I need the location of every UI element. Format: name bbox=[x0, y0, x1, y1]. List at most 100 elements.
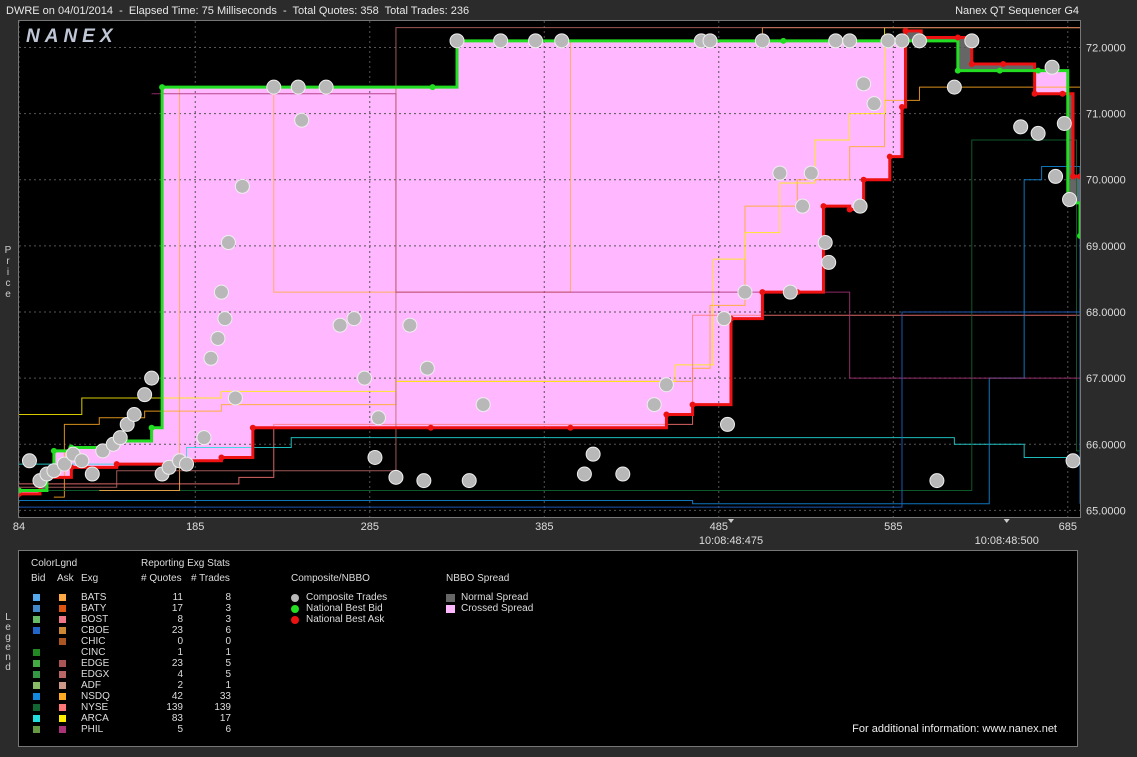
composite-trade-point bbox=[203, 350, 219, 366]
x-tick-label: 585 bbox=[884, 521, 902, 533]
composite-trade-point bbox=[1030, 125, 1046, 141]
trade-count: 5 bbox=[225, 658, 231, 669]
x-time-label: 10:08:48:475 bbox=[699, 535, 763, 547]
ask-point bbox=[113, 461, 120, 468]
ask-color-swatch bbox=[59, 715, 66, 722]
quote-count: 23 bbox=[171, 658, 183, 669]
bid-color-swatch bbox=[33, 682, 40, 689]
composite-trade-point bbox=[754, 33, 770, 49]
composite-trade-point bbox=[419, 360, 435, 376]
y-tick-label: 71.0000 bbox=[1086, 109, 1126, 121]
composite-trade-point bbox=[461, 473, 477, 489]
exchange-name: CHIC bbox=[81, 636, 106, 647]
trade-count: 1 bbox=[225, 647, 231, 658]
trade-count: 8 bbox=[225, 592, 231, 603]
legend-side-label: Legend bbox=[5, 612, 11, 673]
composite-trade-point bbox=[332, 317, 348, 333]
ask-color-swatch bbox=[59, 627, 66, 634]
nanex-logo: NANEX bbox=[26, 26, 118, 47]
composite-trade-point bbox=[866, 96, 882, 112]
y-tick-label: 66.0000 bbox=[1086, 439, 1126, 451]
composite-trade-point bbox=[1065, 453, 1080, 469]
quote-count: 5 bbox=[177, 724, 183, 735]
ask-point bbox=[1059, 90, 1066, 97]
exchange-name: BATY bbox=[81, 603, 107, 614]
composite-trade-point bbox=[217, 311, 233, 327]
quote-count: 8 bbox=[177, 614, 183, 625]
stats-title: Reporting Exg Stats bbox=[141, 558, 230, 569]
composite-trade-point bbox=[294, 112, 310, 128]
composite-trade-point bbox=[210, 330, 226, 346]
legend-item-label: National Best Ask bbox=[306, 614, 385, 625]
quote-count: 4 bbox=[177, 669, 183, 680]
quotes-column-header: # Quotes bbox=[141, 573, 182, 584]
composite-trade-point bbox=[416, 473, 432, 489]
composite-trade-point bbox=[528, 33, 544, 49]
legend-swatch-icon bbox=[446, 594, 455, 602]
composite-trade-point bbox=[929, 473, 945, 489]
composite-trade-point bbox=[658, 377, 674, 393]
quote-count: 1 bbox=[177, 647, 183, 658]
composite-trade-point bbox=[1062, 192, 1078, 208]
ask-point bbox=[689, 401, 696, 408]
composite-trade-point bbox=[946, 79, 962, 95]
legend-dot-icon bbox=[291, 594, 299, 602]
trades-column-header: # Trades bbox=[191, 573, 230, 584]
composite-trade-point bbox=[795, 198, 811, 214]
composite-trade-point bbox=[475, 397, 491, 413]
legend-item-label: Normal Spread bbox=[461, 592, 529, 603]
composite-trade-point bbox=[318, 79, 334, 95]
ask-point bbox=[249, 424, 256, 431]
composite-trade-point bbox=[449, 33, 465, 49]
quote-count: 42 bbox=[171, 691, 183, 702]
composite-trade-point bbox=[227, 390, 243, 406]
ask-point bbox=[567, 424, 574, 431]
legend-dot-icon bbox=[291, 605, 299, 613]
composite-trade-point bbox=[370, 410, 386, 426]
color-legend-title: ColorLgnd bbox=[31, 558, 78, 569]
ask-point bbox=[968, 60, 975, 67]
composite-trade-point bbox=[803, 165, 819, 181]
composite-trade-point bbox=[21, 453, 37, 469]
exchange-name: NSDQ bbox=[81, 691, 110, 702]
ask-color-swatch bbox=[59, 638, 66, 645]
ask-point bbox=[427, 424, 434, 431]
trade-count: 139 bbox=[214, 702, 231, 713]
ask-point bbox=[1000, 60, 1007, 67]
y-tick-label: 70.0000 bbox=[1086, 175, 1126, 187]
exchange-name: CINC bbox=[81, 647, 106, 658]
y-tick-label: 72.0000 bbox=[1086, 42, 1126, 54]
composite-trade-point bbox=[137, 387, 153, 403]
composite-trade-point bbox=[290, 79, 306, 95]
composite-trade-point bbox=[266, 79, 282, 95]
bid-point bbox=[148, 424, 155, 431]
ask-color-swatch bbox=[59, 704, 66, 711]
bid-color-swatch bbox=[33, 627, 40, 634]
trade-count: 6 bbox=[225, 625, 231, 636]
bid-point bbox=[780, 37, 787, 44]
composite-trade-point bbox=[1044, 59, 1060, 75]
ask-point bbox=[1077, 173, 1080, 180]
price-chart: 72.0000 71.0000 70.0000 69.0000 68.0000 67.00… bbox=[13, 21, 1126, 547]
composite-trade-point bbox=[856, 76, 872, 92]
ask-color-swatch bbox=[59, 605, 66, 612]
composite-trade-point bbox=[1056, 116, 1072, 132]
x-tick-label: 84 bbox=[13, 521, 25, 533]
composite-trade-point bbox=[646, 397, 662, 413]
ask-point bbox=[663, 411, 670, 418]
x-tick-label: 485 bbox=[710, 521, 728, 533]
composite-title: Composite/NBBO bbox=[291, 573, 370, 584]
composite-trade-point bbox=[1013, 119, 1029, 135]
quote-count: 2 bbox=[177, 680, 183, 691]
composite-trade-point bbox=[585, 446, 601, 462]
ask-point bbox=[820, 203, 827, 210]
legend-dot-icon bbox=[291, 616, 299, 624]
footer-info: For additional information: www.nanex.ne… bbox=[852, 723, 1057, 735]
ask-column-header: Ask bbox=[57, 573, 74, 584]
composite-trade-point bbox=[554, 33, 570, 49]
bid-point bbox=[1077, 232, 1080, 239]
composite-trade-point bbox=[772, 165, 788, 181]
composite-trade-point bbox=[576, 466, 592, 482]
bid-color-swatch bbox=[33, 594, 40, 601]
composite-trade-point bbox=[112, 430, 128, 446]
